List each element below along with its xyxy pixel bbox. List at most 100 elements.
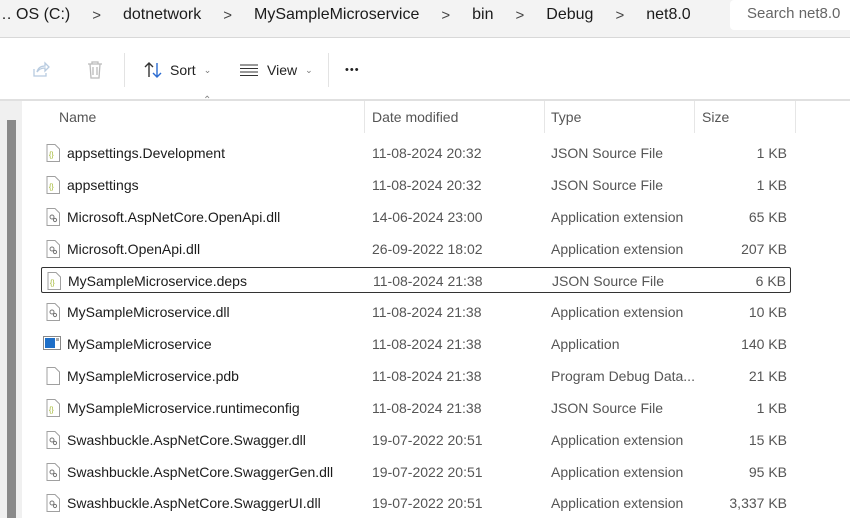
chevron-right-icon[interactable]: > [516, 7, 525, 24]
chevron-right-icon[interactable]: > [223, 7, 232, 24]
json-file-icon: {} [47, 272, 61, 291]
file-name: Swashbuckle.AspNetCore.Swagger.dll [67, 431, 306, 448]
dll-file-icon [46, 239, 60, 258]
column-divider[interactable] [364, 101, 365, 133]
breadcrumb-item[interactable]: dotnetwork [123, 6, 201, 24]
sort-button[interactable]: Sort ⌄ [143, 39, 211, 101]
file-date: 11-08-2024 21:38 [372, 367, 482, 384]
breadcrumb-overflow[interactable]: … [0, 6, 12, 24]
search-input[interactable]: Search net8.0 [730, 0, 850, 30]
file-row[interactable]: MySampleMicroservice 11-08-2024 21:38 Ap… [41, 331, 791, 357]
svg-text:{}: {} [49, 184, 54, 191]
column-size[interactable]: Size [702, 101, 729, 133]
column-date[interactable]: Date modified [372, 101, 458, 133]
breadcrumb-item[interactable]: net8.0 [646, 6, 690, 24]
file-size: 1 KB [756, 176, 787, 193]
view-button[interactable]: View ⌄ [240, 39, 313, 101]
file-type: JSON Source File [551, 176, 664, 193]
file-name: MySampleMicroservice.pdb [67, 367, 239, 384]
more-options-button[interactable]: ••• [345, 39, 360, 101]
dll-file-icon [46, 207, 60, 226]
scrollbar-thumb[interactable] [7, 120, 16, 518]
file-date: 14-06-2024 23:00 [372, 208, 483, 225]
trash-icon [88, 61, 102, 79]
file-type: Application extension [551, 304, 684, 321]
file-size: 10 KB [748, 304, 787, 321]
svg-text:{}: {} [50, 280, 55, 287]
sort-label: Sort [170, 62, 196, 78]
dll-file-icon [46, 462, 60, 481]
file-row[interactable]: {} appsettings.Development 11-08-2024 20… [41, 140, 791, 166]
column-divider[interactable] [694, 101, 695, 133]
share-button[interactable] [32, 39, 50, 101]
file-size: 21 KB [748, 367, 787, 384]
column-headers: ⌃ Name Date modified Type Size [0, 95, 850, 133]
delete-button[interactable] [86, 39, 104, 101]
column-divider[interactable] [795, 101, 796, 133]
file-name: Microsoft.OpenApi.dll [67, 240, 201, 257]
file-file-icon [46, 366, 60, 385]
address-bar: … > OS (C:) > dotnetwork > MySampleMicroservi… [0, 0, 850, 38]
breadcrumb-item[interactable]: OS (C:) [16, 6, 70, 24]
breadcrumb: … > OS (C:) > dotnetwork > MySampleMicroservi… [0, 0, 691, 30]
command-bar: Sort ⌄ View ⌄ ••• [0, 39, 850, 101]
dll-file-icon [46, 303, 60, 322]
file-type: Program Debug Data... [551, 367, 695, 384]
file-row[interactable]: {} appsettings 11-08-2024 20:32 JSON Sou… [41, 172, 791, 198]
divider [124, 53, 125, 87]
exe-file-icon [43, 335, 61, 353]
divider [328, 53, 329, 87]
view-label: View [267, 62, 298, 78]
file-name: Swashbuckle.AspNetCore.SwaggerGen.dll [67, 463, 334, 480]
breadcrumb-item[interactable]: MySampleMicroservice [254, 6, 419, 24]
column-type[interactable]: Type [551, 101, 581, 133]
column-divider[interactable] [544, 101, 545, 133]
file-size: 95 KB [748, 463, 787, 480]
file-type: JSON Source File [551, 145, 664, 161]
file-size: 6 KB [755, 273, 786, 290]
breadcrumb-item[interactable]: Debug [546, 6, 593, 24]
svg-text:{}: {} [49, 152, 54, 159]
file-name: MySampleMicroservice.deps [68, 273, 247, 290]
breadcrumb-item[interactable]: bin [472, 6, 493, 24]
file-type: Application extension [551, 495, 684, 512]
chevron-right-icon[interactable]: > [441, 7, 450, 24]
chevron-down-icon: ⌄ [305, 64, 313, 75]
file-size: 1 KB [756, 399, 787, 416]
file-type: JSON Source File [551, 399, 664, 416]
chevron-right-icon[interactable]: > [92, 7, 101, 24]
file-row[interactable]: Microsoft.AspNetCore.OpenApi.dll 14-06-2… [41, 204, 791, 230]
file-type: Application extension [551, 431, 684, 448]
file-type: Application extension [551, 463, 684, 480]
file-row[interactable]: {} MySampleMicroservice.deps 11-08-2024 … [41, 267, 791, 294]
sort-icon [144, 62, 162, 78]
file-name: MySampleMicroservice [67, 336, 212, 353]
file-row[interactable]: Swashbuckle.AspNetCore.SwaggerUI.dll 19-… [41, 490, 791, 516]
file-date: 11-08-2024 21:38 [372, 336, 482, 353]
file-name: appsettings.Development [67, 145, 225, 161]
chevron-right-icon[interactable]: > [615, 7, 624, 24]
file-date: 19-07-2022 20:51 [372, 495, 483, 512]
file-type: Application [551, 336, 620, 353]
file-date: 19-07-2022 20:51 [372, 431, 483, 448]
file-type: JSON Source File [552, 273, 665, 290]
file-name: Microsoft.AspNetCore.OpenApi.dll [67, 208, 281, 225]
file-row[interactable]: {} MySampleMicroservice.runtimeconfig 11… [41, 395, 791, 421]
file-row[interactable]: Swashbuckle.AspNetCore.Swagger.dll 19-07… [41, 427, 791, 453]
dll-file-icon [46, 494, 60, 513]
file-size: 3,337 KB [729, 495, 787, 512]
file-date: 11-08-2024 20:32 [372, 145, 482, 161]
file-name: appsettings [67, 176, 139, 193]
file-type: Application extension [551, 240, 684, 257]
svg-text:{}: {} [49, 407, 54, 414]
file-row[interactable]: Microsoft.OpenApi.dll 26-09-2022 18:02 A… [41, 236, 791, 262]
file-date: 19-07-2022 20:51 [372, 463, 483, 480]
file-date: 11-08-2024 21:38 [373, 273, 483, 290]
column-name[interactable]: Name [59, 101, 96, 133]
file-name: MySampleMicroservice.runtimeconfig [67, 399, 300, 416]
file-row[interactable]: MySampleMicroservice.dll 11-08-2024 21:3… [41, 299, 791, 325]
json-file-icon: {} [46, 398, 60, 417]
share-icon [33, 61, 50, 77]
file-row[interactable]: MySampleMicroservice.pdb 11-08-2024 21:3… [41, 363, 791, 389]
file-row[interactable]: Swashbuckle.AspNetCore.SwaggerGen.dll 19… [41, 459, 791, 485]
